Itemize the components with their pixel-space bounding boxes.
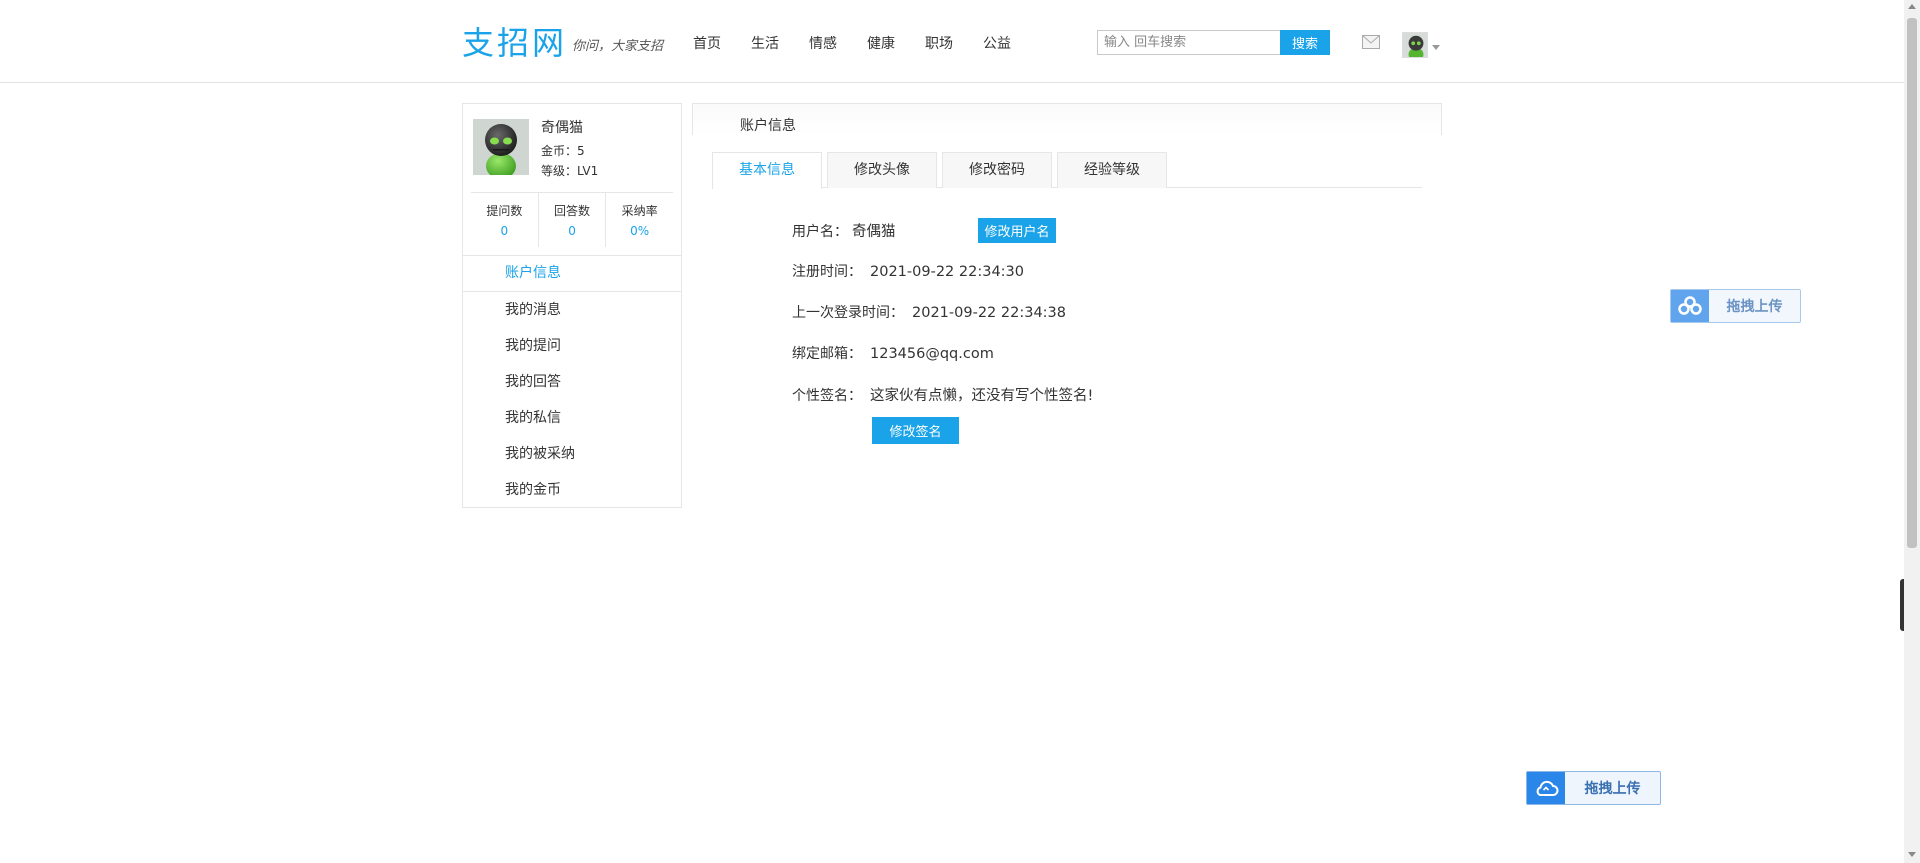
profile-username: 奇偶猫	[541, 120, 583, 136]
page-scrollbar[interactable]	[1904, 0, 1920, 863]
panel-title: 账户信息	[740, 118, 796, 134]
register-time-value: 2021-09-22 22:34:30	[870, 264, 1024, 280]
signature-label: 个性签名：	[792, 388, 862, 404]
nav-health[interactable]: 健康	[867, 33, 895, 53]
email-row: 绑定邮箱： 123456@qq.com	[792, 343, 994, 363]
nav-life[interactable]: 生活	[751, 33, 779, 53]
drag-upload-widget[interactable]: 拖拽上传	[1526, 771, 1661, 805]
site-slogan: 你问，大家支招	[572, 39, 664, 54]
search-button[interactable]: 搜索	[1280, 30, 1330, 55]
stat-label: 回答数	[554, 204, 591, 218]
account-tabs: 基本信息 修改头像 修改密码 经验等级	[712, 152, 1422, 189]
menu-my-messages[interactable]: 我的消息	[463, 292, 681, 328]
profile-card: 奇偶猫 金币：5 等级：LV1 提问数 0 回答数 0 采纳率 0%	[462, 103, 682, 256]
profile-level: 等级：LV1	[541, 164, 599, 178]
stat-adoption-rate: 采纳率 0%	[606, 193, 673, 247]
signature-row: 个性签名： 这家伙有点懒，还没有写个性签名!	[792, 384, 1093, 405]
profile-stats: 提问数 0 回答数 0 采纳率 0%	[471, 192, 673, 247]
nav-emotion[interactable]: 情感	[809, 33, 837, 53]
profile-gold: 金币：5	[541, 144, 585, 158]
nav-career[interactable]: 职场	[925, 33, 953, 53]
last-login-value: 2021-09-22 22:34:38	[912, 305, 1066, 321]
stat-answers: 回答数 0	[539, 193, 607, 247]
register-time-label: 注册时间：	[792, 264, 862, 280]
stat-label: 提问数	[486, 204, 523, 218]
menu-my-questions[interactable]: 我的提问	[463, 328, 681, 364]
menu-my-gold[interactable]: 我的金币	[463, 472, 681, 508]
last-login-row: 上一次登录时间： 2021-09-22 22:34:38	[792, 302, 1066, 322]
menu-my-adopted[interactable]: 我的被采纳	[463, 436, 681, 472]
site-logo[interactable]: 支招网	[462, 18, 567, 64]
username-row: 用户名： 奇偶猫	[792, 220, 896, 241]
register-time-row: 注册时间： 2021-09-22 22:34:30	[792, 261, 1024, 281]
account-info-panel: 账户信息 基本信息 修改头像 修改密码 经验等级 用户名： 奇偶猫 修改用户名 注…	[692, 103, 1442, 503]
nav-charity[interactable]: 公益	[983, 33, 1011, 53]
scroll-down-icon[interactable]	[1908, 852, 1916, 857]
side-menu: 账户信息 我的消息 我的提问 我的回答 我的私信 我的被采纳 我的金币	[462, 255, 682, 508]
tab-experience-level[interactable]: 经验等级	[1057, 152, 1167, 188]
username-value: 奇偶猫	[852, 224, 896, 240]
tab-basic-info[interactable]: 基本信息	[712, 152, 822, 189]
last-login-label: 上一次登录时间：	[792, 305, 904, 321]
tab-change-avatar[interactable]: 修改头像	[827, 152, 937, 188]
stat-value[interactable]: 0%	[606, 224, 673, 238]
edit-signature-button[interactable]: 修改签名	[872, 417, 959, 444]
top-header: 支招网 你问，大家支招 首页 生活 情感 健康 职场 公益 搜索	[0, 0, 1904, 83]
caret-down-icon[interactable]	[1432, 45, 1440, 50]
robot-avatar-icon	[473, 119, 529, 175]
robot-avatar-icon	[1403, 33, 1427, 57]
menu-my-private-messages[interactable]: 我的私信	[463, 400, 681, 436]
scroll-up-icon[interactable]	[1908, 4, 1916, 9]
mail-icon[interactable]	[1362, 35, 1380, 49]
stat-label: 采纳率	[621, 204, 658, 218]
nav-home[interactable]: 首页	[693, 33, 721, 53]
menu-account-info[interactable]: 账户信息	[463, 255, 681, 292]
stat-value[interactable]: 0	[539, 224, 606, 238]
search-input[interactable]	[1097, 30, 1281, 55]
drag-upload-label: 拖拽上传	[1584, 781, 1641, 797]
scroll-thumb[interactable]	[1907, 18, 1917, 548]
stat-questions: 提问数 0	[471, 193, 539, 247]
cloud-upload-icon	[1527, 772, 1565, 804]
panel-header: 账户信息	[692, 103, 1442, 135]
email-value: 123456@qq.com	[870, 346, 994, 362]
profile-avatar[interactable]	[473, 119, 529, 175]
drag-upload-widget[interactable]: 拖拽上传	[1670, 289, 1801, 323]
email-label: 绑定邮箱：	[792, 346, 862, 362]
username-label: 用户名：	[792, 224, 848, 240]
header-avatar[interactable]	[1402, 32, 1428, 58]
main-nav: 首页 生活 情感 健康 职场 公益	[693, 33, 1041, 53]
baidu-cloud-icon	[1671, 290, 1709, 322]
menu-my-answers[interactable]: 我的回答	[463, 364, 681, 400]
tab-change-password[interactable]: 修改密码	[942, 152, 1052, 188]
drag-upload-label: 拖拽上传	[1726, 299, 1783, 315]
edit-username-button[interactable]: 修改用户名	[978, 218, 1056, 243]
signature-value: 这家伙有点懒，还没有写个性签名!	[870, 388, 1094, 404]
stat-value[interactable]: 0	[471, 224, 538, 238]
